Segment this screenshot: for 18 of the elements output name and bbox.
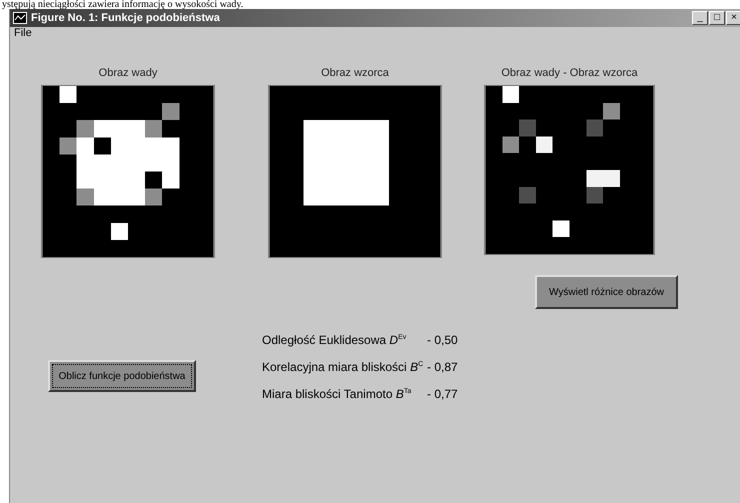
measure-label: Miara bliskości Tanimoto B$^{Ta}$ — [262, 387, 412, 401]
document-text: ystępują nieciągłości zawiera informację o wysokości wady. — [2, 0, 244, 9]
measure-label: Odległość Euklidesowa D$^{Ev}$ — [262, 333, 408, 347]
measure-value: - 0,50 — [427, 333, 458, 347]
measure-value: - 0,87 — [427, 360, 458, 374]
plot-title: Obraz wzorca — [321, 67, 389, 79]
plot-title: Obraz wady — [98, 67, 158, 79]
measure-value: - 0,77 — [427, 387, 458, 401]
window-control-button[interactable]: _ — [692, 11, 708, 25]
window-icon — [13, 12, 27, 24]
window-control-button[interactable]: × — [726, 11, 740, 25]
window-title: Figure No. 1: Funkcje podobieństwa — [31, 12, 220, 24]
plot-title: Obraz wady - Obraz wzorca — [501, 67, 638, 79]
show-differences-button[interactable]: Wyświetl różnice obrazów — [535, 275, 678, 309]
compute-similarity-button[interactable]: Oblicz funkcje podobieństwa — [48, 360, 196, 392]
measure-label: Korelacyjna miara bliskości B$^{C}$ — [262, 360, 424, 374]
menu-item[interactable]: File — [14, 27, 32, 41]
window-control-button[interactable]: □ — [709, 11, 725, 25]
